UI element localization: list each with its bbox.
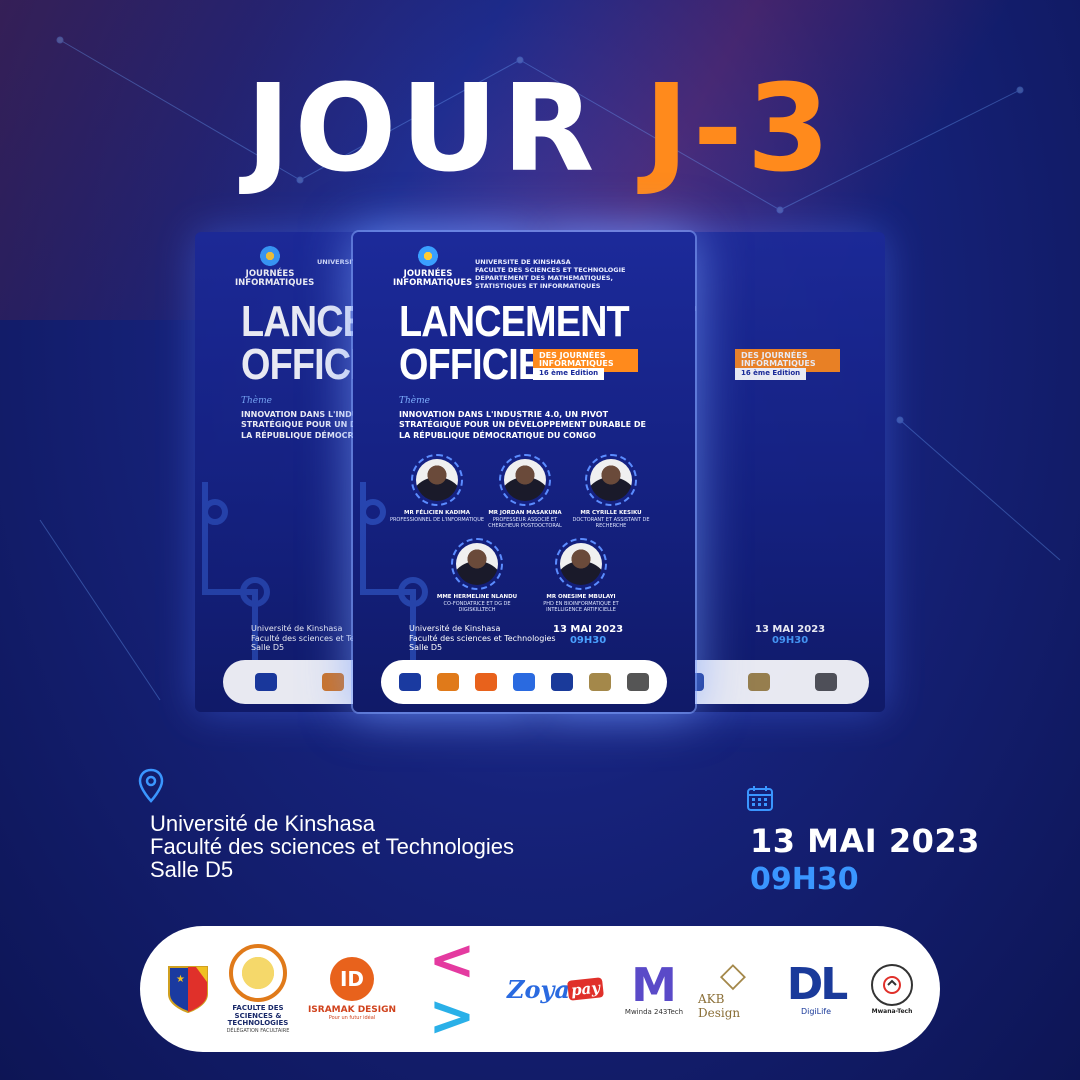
isramak-mark-icon: ID — [330, 957, 374, 1001]
poster-date-text: 13 MAI 2023 — [553, 624, 624, 635]
headline-jour: JOUR — [245, 60, 599, 199]
mwinda-bulb-icon: M — [631, 958, 677, 1012]
poster-theme: INNOVATION DANS L'INDUSTRIE 4.0, UN PIVO… — [399, 410, 647, 440]
fst-emblem-icon — [229, 943, 287, 1002]
speaker-name: Mme HERMELINE NLANDU — [436, 594, 518, 600]
title-line-1: LANCEMENT — [399, 297, 630, 346]
venue-line: Salle D5 — [409, 643, 443, 653]
isramak-logo: ID ISRAMAK DESIGN Pour un futur idéal — [306, 957, 398, 1021]
speaker-name: Mr FÉLICIEN KADIMA — [404, 510, 470, 516]
code-brackets-logo: < > — [428, 928, 476, 1049]
speaker-name: Mr ONESIME MBULAYI — [546, 594, 616, 600]
sponsor-strip: ★ FACULTE DES SCIENCES & TECHNOLOGIES DÉ… — [140, 926, 940, 1052]
poster-logo: JOURNÉES INFORMATIQUES — [235, 246, 314, 288]
unikin-shield-logo: ★ — [168, 966, 208, 1014]
speaker-photo — [411, 454, 463, 506]
headline: JOUR J-3 — [0, 70, 1080, 190]
journees-logo-icon — [257, 246, 283, 266]
poster-sponsor-strip — [381, 660, 667, 704]
poster-edition: 16 ème Edition — [533, 368, 605, 380]
poster-institution: UNIVERSITE DE KINSHASA FACULTE DES SCIEN… — [475, 258, 690, 291]
theme-label: Thème — [399, 396, 430, 406]
speaker-card: Mr CYRILLE KESIKU DOCTORANT ET ASSISTANT … — [563, 454, 659, 529]
venue-line: Université de Kinshasa — [409, 624, 501, 633]
digilife-mark-icon: DL — [786, 958, 849, 1010]
speaker-photo — [585, 454, 637, 506]
digilife-name: DigiLife — [800, 1006, 832, 1016]
venue-line-2: Faculté des sciences et Technologies — [150, 834, 515, 860]
zoyapay-zoya: Zoya — [507, 974, 571, 1004]
speaker-card: Mr ONESIME MBULAYI PHD EN BIOINFORMATIQUE… — [533, 538, 629, 613]
svg-text:★: ★ — [176, 974, 185, 985]
inst-line: DEPARTEMENT DES MATHEMATIQUES, — [475, 274, 613, 283]
akb-logo: ◇ AKB Design — [698, 958, 768, 1020]
poster-date: 13 MAI 2023 09H30 — [755, 624, 825, 646]
poster-logo: JOURNÉES INFORMATIQUES — [393, 246, 472, 288]
poster-time-text: 09H30 — [771, 635, 809, 646]
venue-line: Faculté des sciences et Technologies — [409, 633, 556, 643]
speaker-photo — [499, 454, 551, 506]
venue-line-1: Université de Kinshasa — [150, 811, 376, 836]
speaker-role: CO-FONDATRICE ET DG DE DIGISKILLTECH — [443, 600, 511, 613]
event-date: 13 MAI 2023 — [750, 822, 980, 860]
venue-address: Université de Kinshasa Faculté des scien… — [150, 812, 514, 881]
speaker-role: PROFESSEUR ASSOCIÉ ET CHERCHEUR POSTDOCT… — [488, 516, 562, 529]
journees-logo-icon — [415, 246, 441, 266]
inst-line: STATISTIQUES ET INFORMATIQUES — [475, 282, 601, 291]
speaker-role: PROFESSIONNEL DE L'INFORMATIQUE — [389, 516, 485, 523]
mwana-tech-icon — [871, 963, 913, 1006]
zoyapay-pay: pay — [567, 977, 604, 1001]
speaker-card: Mr JORDAN MASAKUNA PROFESSEUR ASSOCIÉ ET … — [477, 454, 573, 529]
poster-front: JOURNÉES INFORMATIQUES UNIVERSITE DE KIN… — [353, 232, 695, 712]
isramak-tagline: Pour un futur idéal — [328, 1015, 376, 1021]
headline-countdown: J-3 — [644, 60, 835, 199]
mwinda-logo: M Mwinda 243Tech — [618, 962, 690, 1016]
speaker-photo — [451, 538, 503, 590]
poster-venue: Université de Kinshasa Faculté des scienc… — [409, 624, 556, 653]
inst-line: FACULTE DES SCIENCES ET TECHNOLOGIE — [475, 266, 626, 275]
poster-date: 13 MAI 2023 09H30 — [553, 624, 623, 646]
fst-logo: FACULTE DES SCIENCES & TECHNOLOGIES DÉLÉ… — [218, 943, 298, 1035]
venue-line-3: Salle D5 — [150, 857, 234, 883]
poster-logo-text: JOURNÉES INFORMATIQUES — [235, 269, 315, 288]
speaker-name: Mr CYRILLE KESIKU — [580, 510, 642, 516]
speaker-photo — [555, 538, 607, 590]
theme-label: Thème — [241, 396, 272, 406]
speaker-role: DOCTORANT ET ASSISTANT DE RECHERCHE — [572, 516, 650, 529]
speaker-role: PHD EN BIOINFORMATIQUE ET INTELLIGENCE A… — [543, 600, 619, 613]
mwinda-name: Mwinda 243Tech — [624, 1008, 684, 1016]
fst-sub: DÉLÉGATION FACULTAIRE — [226, 1028, 290, 1035]
akb-mark-icon: ◇ — [719, 955, 747, 995]
digilife-logo: DL DigiLife — [776, 958, 856, 1016]
speaker-name: Mr JORDAN MASAKUNA — [488, 510, 562, 516]
calendar-icon — [747, 786, 773, 811]
event-time: 09H30 — [750, 862, 859, 897]
poster-edition: 16 ème Edition — [735, 368, 807, 380]
inst-line: UNIVERSITE DE KINSHASA — [475, 258, 571, 266]
poster-logo-text: JOURNÉES INFORMATIQUES — [393, 269, 473, 288]
fst-name: FACULTE DES SCIENCES & TECHNOLOGIES — [227, 1003, 289, 1028]
location-pin-icon — [138, 768, 164, 803]
poster-date-text: 13 MAI 2023 — [755, 624, 826, 635]
akb-name: AKB Design — [698, 992, 741, 1020]
zoyapay-logo: Zoya pay — [500, 975, 610, 1004]
mwana-tech-logo: Mwana-Tech — [864, 963, 920, 1015]
isramak-name: ISRAMAK DESIGN — [307, 1005, 397, 1015]
poster-time-text: 09H30 — [569, 635, 607, 646]
speaker-card: Mme HERMELINE NLANDU CO-FONDATRICE ET DG … — [429, 538, 525, 613]
speaker-card: Mr FÉLICIEN KADIMA PROFESSIONNEL DE L'INF… — [389, 454, 485, 523]
mwana-tech-name: Mwana-Tech — [871, 1007, 913, 1015]
